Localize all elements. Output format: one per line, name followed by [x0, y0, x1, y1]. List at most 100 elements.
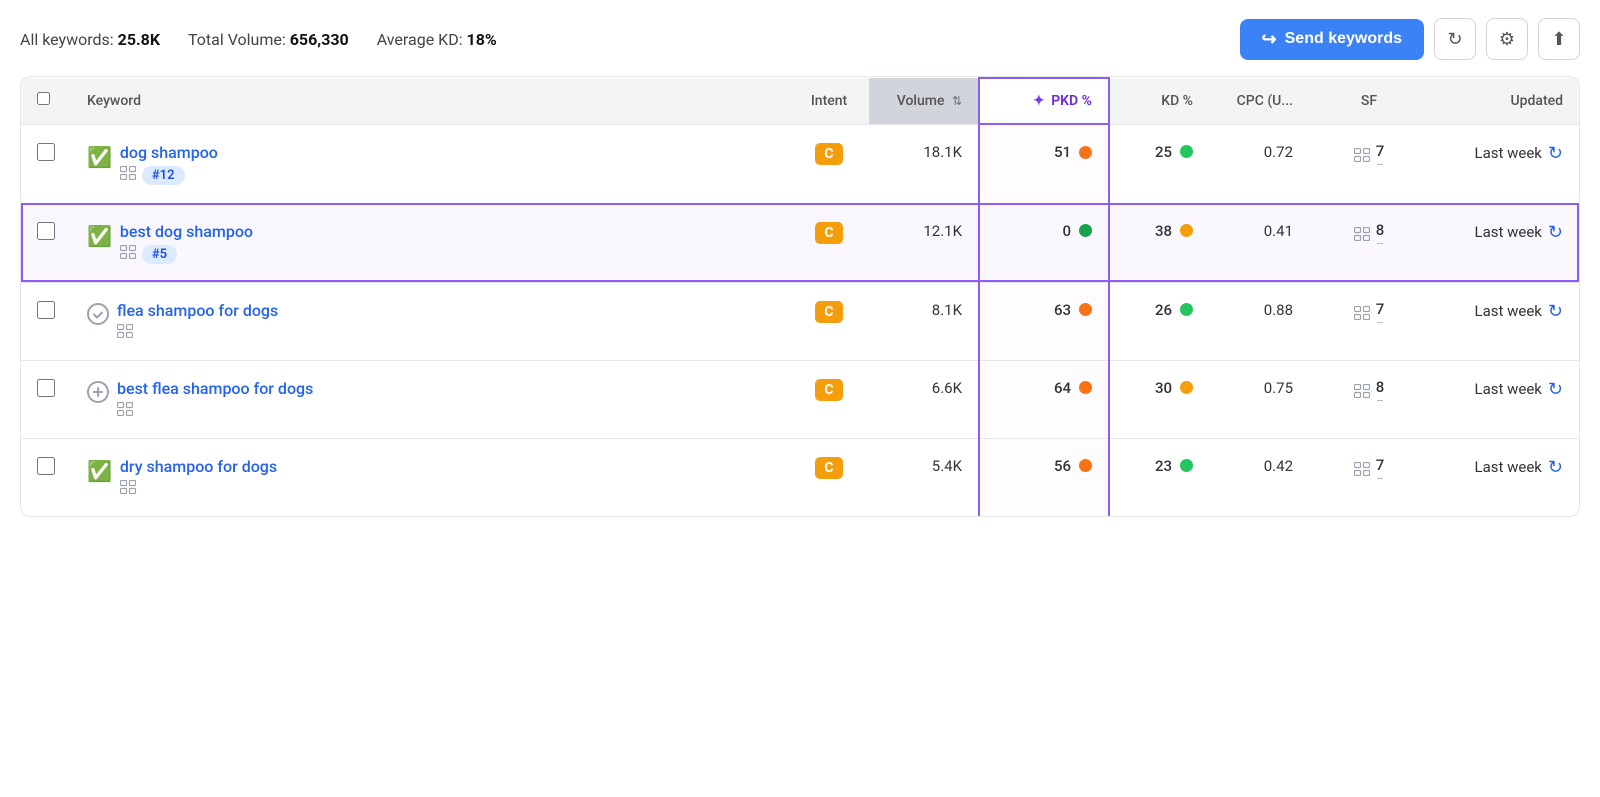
serp-icon — [120, 480, 136, 498]
kd-dot — [1180, 224, 1193, 237]
kd-value: 25 — [1155, 143, 1172, 161]
kd-dot — [1180, 303, 1193, 316]
sparkle-icon: ✦ — [1033, 93, 1045, 109]
top-actions: ↪ Send keywords ↻ ⚙ ⬆ — [1240, 18, 1580, 60]
intent-badge: C — [815, 143, 842, 165]
sf-number: 8 — [1376, 222, 1385, 239]
kd-value: 30 — [1155, 379, 1172, 397]
status-check-green-icon: ✅ — [87, 145, 112, 169]
kd-cell: 26 — [1109, 282, 1209, 360]
volume-cell: 12.1K — [869, 203, 979, 282]
upload-icon: ⬆ — [1551, 29, 1566, 50]
kd-cell: 38 — [1109, 203, 1209, 282]
table-row: ✅ best dog shampoo #5 C 12.1K 0 38 0.41 — [21, 203, 1579, 282]
row-refresh-icon[interactable]: ↻ — [1548, 222, 1563, 243]
cpc-cell: 0.88 — [1209, 282, 1309, 360]
pkd-cell: 63 — [979, 282, 1109, 360]
intent-cell: C — [789, 438, 869, 516]
updated-text: Last week — [1475, 144, 1542, 162]
kd-cell: 25 — [1109, 124, 1209, 203]
pkd-dot — [1079, 303, 1092, 316]
sf-serp-icon — [1354, 384, 1370, 402]
row-checkbox-5[interactable] — [37, 457, 55, 475]
volume-cell: 18.1K — [869, 124, 979, 203]
row-checkbox-cell — [21, 282, 71, 360]
intent-cell: C — [789, 203, 869, 282]
sf-dashes: -- — [1377, 317, 1383, 329]
export-button[interactable]: ⬆ — [1538, 18, 1580, 60]
serp-icon — [120, 245, 136, 263]
cpc-cell: 0.41 — [1209, 203, 1309, 282]
settings-button[interactable]: ⚙ — [1486, 18, 1528, 60]
row-checkbox-cell — [21, 360, 71, 438]
pkd-cell: 56 — [979, 438, 1109, 516]
kd-value: 26 — [1155, 301, 1172, 319]
keyword-link[interactable]: best dog shampoo — [120, 222, 253, 241]
pkd-value: 0 — [1062, 222, 1071, 240]
serp-icon — [117, 324, 133, 342]
intent-cell: C — [789, 124, 869, 203]
send-keywords-button[interactable]: ↪ Send keywords — [1240, 19, 1424, 60]
intent-badge: C — [815, 457, 842, 479]
refresh-icon: ↻ — [1447, 29, 1462, 50]
pkd-dot — [1079, 381, 1092, 394]
intent-badge: C — [815, 222, 842, 244]
keyword-link[interactable]: flea shampoo for dogs — [117, 301, 278, 320]
keyword-cell: ✅ dog shampoo #12 — [71, 124, 789, 203]
serp-icon — [120, 166, 136, 184]
updated-cell: Last week ↻ — [1429, 203, 1579, 282]
sf-cell: 7 -- — [1309, 124, 1429, 203]
row-checkbox-2[interactable] — [37, 222, 55, 240]
kd-cell: 30 — [1109, 360, 1209, 438]
kd-cell: 23 — [1109, 438, 1209, 516]
row-refresh-icon[interactable]: ↻ — [1548, 457, 1563, 478]
status-plus-gray-icon — [87, 381, 109, 408]
row-checkbox-3[interactable] — [37, 301, 55, 319]
top-stats: All keywords: 25.8K Total Volume: 656,33… — [20, 30, 497, 49]
cpc-cell: 0.75 — [1209, 360, 1309, 438]
sf-dashes: -- — [1377, 238, 1383, 250]
cpc-cell: 0.72 — [1209, 124, 1309, 203]
table-row: flea shampoo for dogs C8.1K 63 26 0.88 — [21, 282, 1579, 360]
send-arrow-icon: ↪ — [1262, 29, 1277, 50]
row-checkbox-cell — [21, 124, 71, 203]
all-keywords-stat: All keywords: 25.8K — [20, 30, 160, 49]
status-check-green-icon: ✅ — [87, 224, 112, 248]
row-refresh-icon[interactable]: ↻ — [1548, 143, 1563, 164]
main-container: All keywords: 25.8K Total Volume: 656,33… — [0, 0, 1600, 797]
row-refresh-icon[interactable]: ↻ — [1548, 379, 1563, 400]
pkd-cell: 64 — [979, 360, 1109, 438]
intent-cell: C — [789, 360, 869, 438]
pkd-dot — [1079, 224, 1092, 237]
sf-cell: 8 -- — [1309, 360, 1429, 438]
rank-badge: #5 — [142, 245, 177, 264]
pkd-dot — [1079, 459, 1092, 472]
sf-dashes: -- — [1377, 473, 1383, 485]
kd-dot — [1180, 381, 1193, 394]
row-checkbox-cell — [21, 438, 71, 516]
total-volume-stat: Total Volume: 656,330 — [188, 30, 349, 49]
keyword-link[interactable]: best flea shampoo for dogs — [117, 379, 313, 398]
pkd-value: 56 — [1054, 457, 1071, 475]
status-check-gray-icon — [87, 303, 109, 330]
intent-badge: C — [815, 301, 842, 323]
row-checkbox-1[interactable] — [37, 143, 55, 161]
refresh-button[interactable]: ↻ — [1434, 18, 1476, 60]
pkd-value: 51 — [1054, 143, 1071, 161]
updated-text: Last week — [1475, 302, 1542, 320]
keywords-table-wrapper: Keyword Intent Volume ⇅ ✦ PKD % KD % — [20, 76, 1580, 517]
sf-cell: 8 -- — [1309, 203, 1429, 282]
row-refresh-icon[interactable]: ↻ — [1548, 301, 1563, 322]
keyword-link[interactable]: dog shampoo — [120, 143, 218, 162]
table-row: ✅ dog shampoo #12 C 18.1K 51 25 0.72 — [21, 124, 1579, 203]
sf-dashes: -- — [1377, 395, 1383, 407]
keyword-cell: ✅ best dog shampoo #5 — [71, 203, 789, 282]
row-checkbox-4[interactable] — [37, 379, 55, 397]
header-volume[interactable]: Volume ⇅ — [869, 78, 979, 124]
gear-icon: ⚙ — [1499, 29, 1515, 50]
updated-cell: Last week ↻ — [1429, 438, 1579, 516]
keyword-link[interactable]: dry shampoo for dogs — [120, 457, 277, 476]
select-all-checkbox[interactable] — [37, 92, 50, 105]
intent-badge: C — [815, 379, 842, 401]
volume-cell: 6.6K — [869, 360, 979, 438]
